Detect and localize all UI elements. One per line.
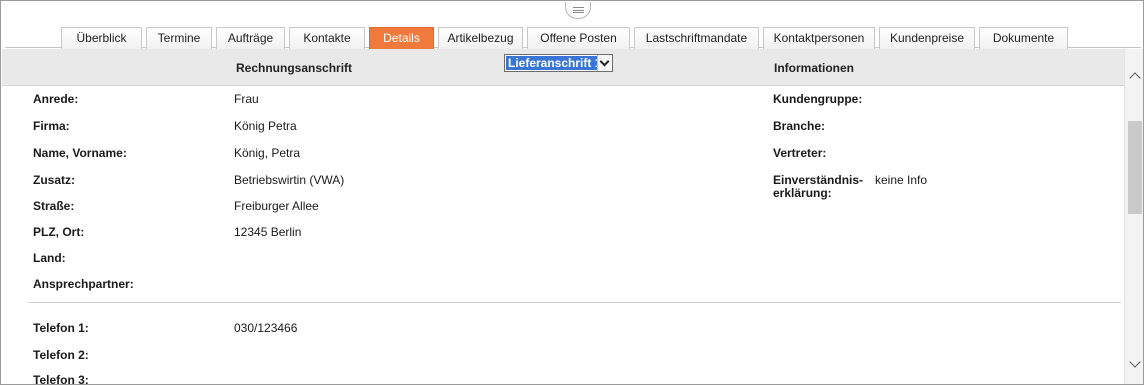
section-header: Rechnungsanschrift Lieferanschrift 1 Inf…: [2, 49, 1124, 86]
tab-artikelbezug[interactable]: Artikelbezug: [438, 27, 523, 49]
field-label-ansprechpartner: Ansprechpartner:: [33, 277, 134, 291]
tab-kontaktpersonen[interactable]: Kontaktpersonen: [763, 27, 875, 49]
phone-label-1: Telefon 1:: [33, 321, 89, 335]
field-label-land: Land:: [33, 251, 66, 265]
tab-lastschriftmandate[interactable]: Lastschriftmandate: [634, 27, 759, 49]
tab-auftraege[interactable]: Aufträge: [216, 27, 285, 49]
tab-termine[interactable]: Termine: [146, 27, 212, 49]
phone-label-2: Telefon 2:: [33, 348, 89, 362]
tab-kontakte[interactable]: Kontakte: [289, 27, 365, 49]
chevron-up-icon[interactable]: [1128, 69, 1142, 83]
billing-address-title: Rechnungsanschrift: [236, 61, 353, 75]
field-label-strasse: Straße:: [33, 199, 75, 213]
phone-value-1: 030/123466: [234, 321, 298, 335]
chevron-down-icon[interactable]: [597, 55, 612, 71]
field-label-name: Name, Vorname:: [33, 146, 127, 160]
tab-dokumente[interactable]: Dokumente: [979, 27, 1068, 49]
scrollbar-thumb[interactable]: [1128, 121, 1142, 214]
info-label-kundengruppe: Kundengruppe:: [773, 92, 863, 106]
field-value-plz-ort: 12345 Berlin: [234, 225, 302, 239]
info-label-einverstaendnis-line1: Einverständnis-: [773, 173, 864, 187]
tab-kundenpreise[interactable]: Kundenpreise: [879, 27, 975, 49]
field-label-zusatz: Zusatz:: [33, 173, 75, 187]
field-label-anrede: Anrede:: [33, 92, 79, 106]
field-value-strasse: Freiburger Allee: [234, 199, 319, 213]
info-label-vertreter: Vertreter:: [773, 146, 827, 160]
tab-ueberblick[interactable]: Überblick: [61, 27, 142, 49]
field-value-zusatz: Betriebswirtin (VWA): [234, 173, 345, 187]
address-select-value: Lieferanschrift 1: [506, 56, 604, 70]
tab-bar: Überblick Termine Aufträge Kontakte Deta…: [5, 25, 1141, 49]
phone-label-3: Telefon 3:: [33, 373, 89, 385]
info-label-branche: Branche:: [773, 119, 826, 133]
field-value-firma: König Petra: [234, 119, 297, 133]
tab-details[interactable]: Details: [369, 27, 434, 49]
address-select[interactable]: Lieferanschrift 1: [504, 54, 613, 72]
info-value-einverstaendnis: keine Info: [875, 173, 928, 187]
chevron-down-icon[interactable]: [1128, 357, 1142, 371]
field-label-firma: Firma:: [33, 119, 70, 133]
panel-toggle-handle-icon[interactable]: [565, 2, 591, 19]
details-panel: Überblick Termine Aufträge Kontakte Deta…: [0, 0, 1144, 385]
section-divider: [28, 302, 1121, 303]
field-value-name: König, Petra: [234, 146, 301, 160]
information-title: Informationen: [774, 61, 854, 75]
field-label-plz-ort: PLZ, Ort:: [33, 225, 85, 239]
info-label-einverstaendnis-line2: erklärung:: [773, 186, 832, 200]
tab-offene-posten[interactable]: Offene Posten: [527, 27, 630, 49]
vertical-scrollbar[interactable]: [1124, 49, 1143, 384]
field-value-anrede: Frau: [234, 92, 259, 106]
